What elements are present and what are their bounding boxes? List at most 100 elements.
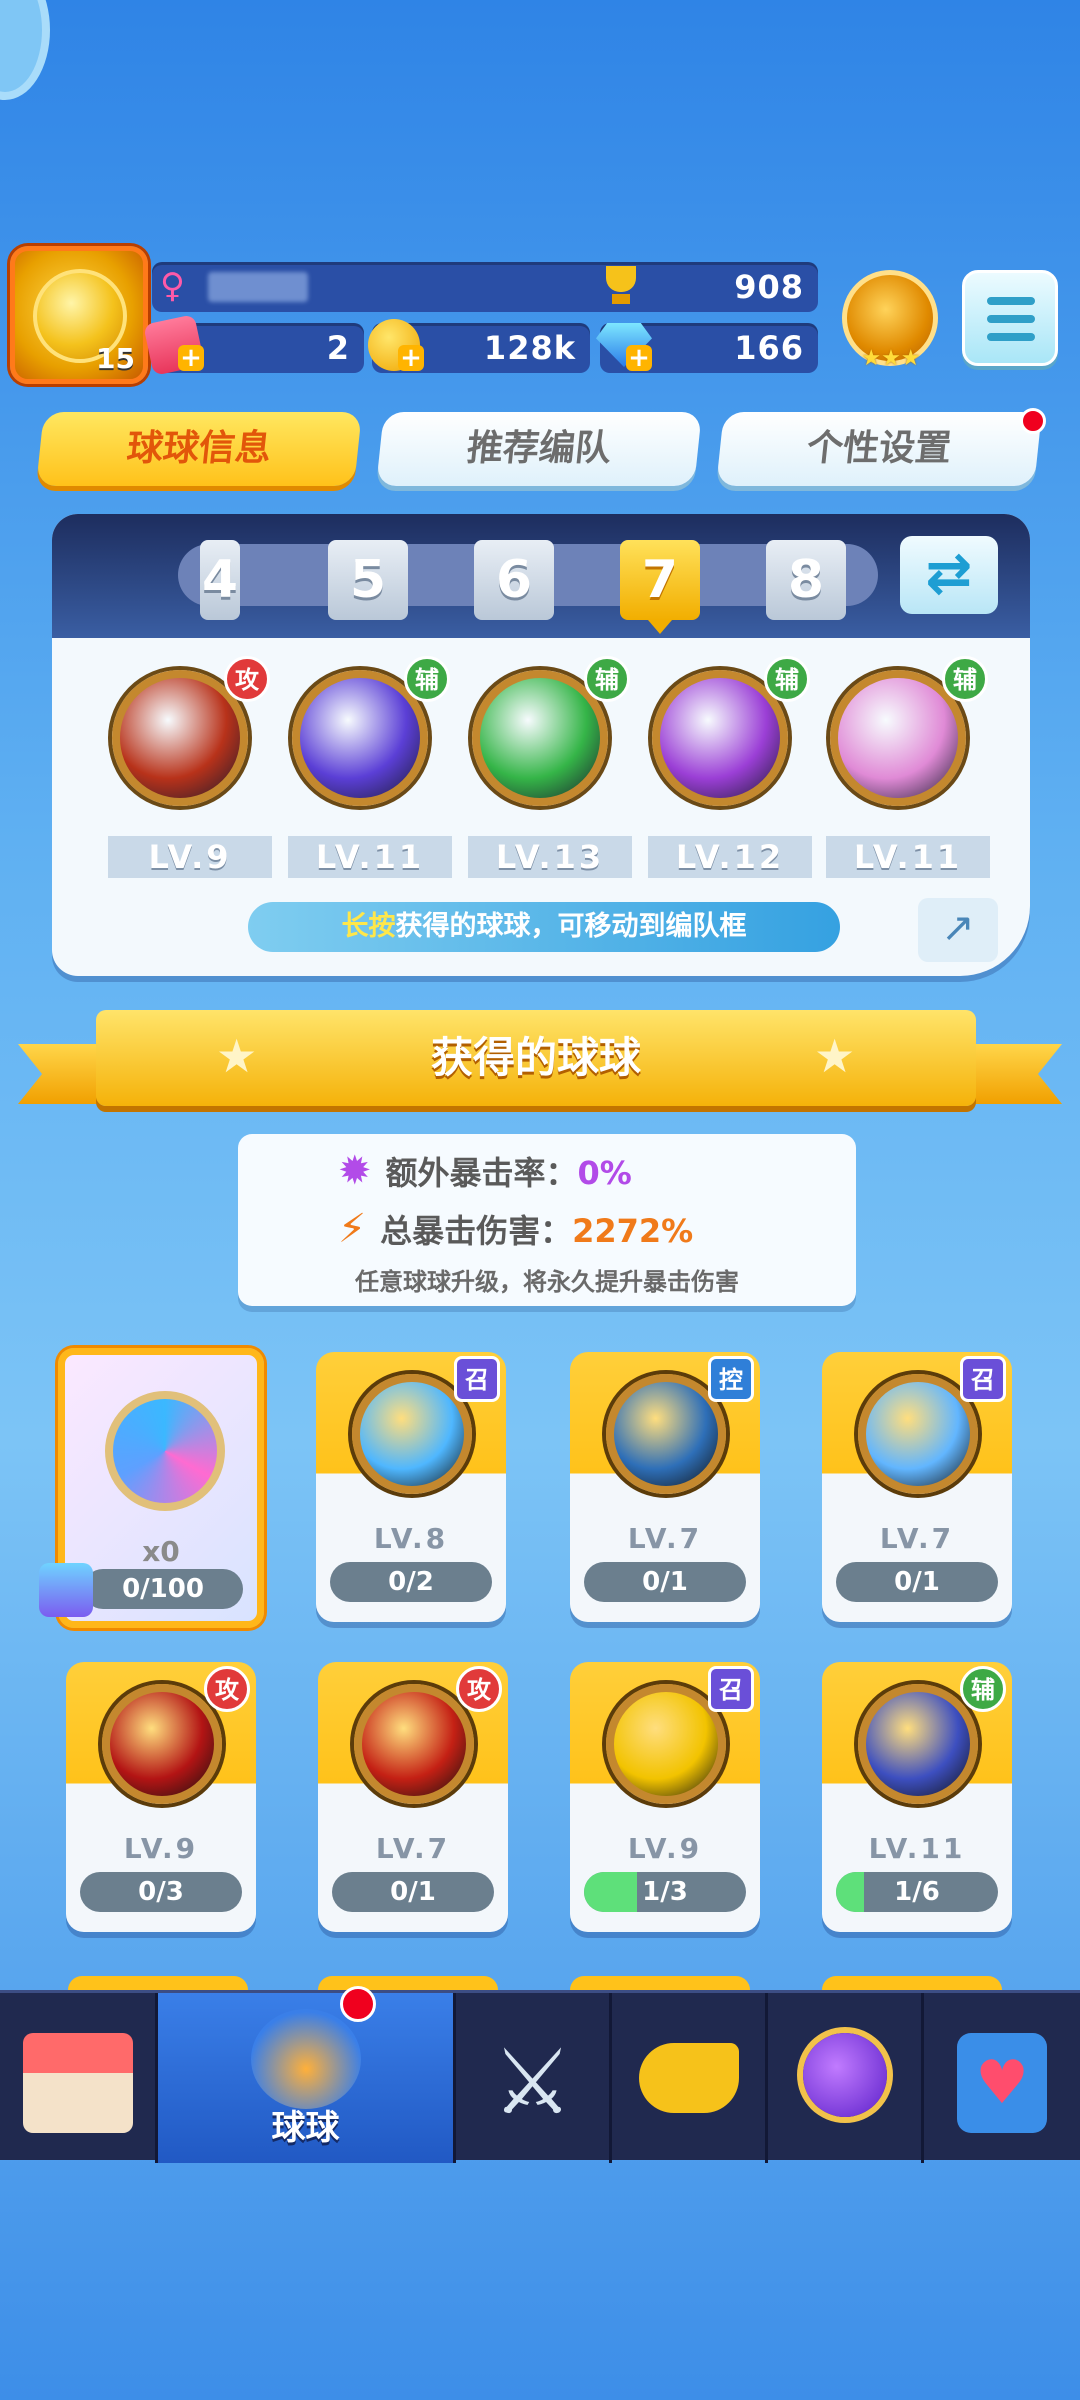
puzzle-piece-icon — [39, 1563, 93, 1617]
player-avatar[interactable]: 15 — [10, 246, 148, 384]
team-ball-level: LV.11 — [826, 836, 990, 878]
nav-shop[interactable] — [0, 1993, 158, 2163]
heart-chat-icon: ♥ — [957, 2033, 1047, 2133]
upgrade-progress: 0/3 — [80, 1872, 242, 1912]
ball-level: LV.7 — [375, 1832, 451, 1865]
crit-rate-icon: ✹ — [338, 1148, 372, 1194]
role-badge: 攻 — [224, 656, 270, 702]
add-gem-icon[interactable]: + — [626, 345, 652, 371]
ball-level: LV.8 — [373, 1522, 449, 1555]
nav-social[interactable]: ♥ — [924, 1993, 1080, 2163]
ball-card[interactable]: 召 LV.9 1/3 — [570, 1662, 760, 1932]
team-slot-6[interactable]: 6 — [474, 540, 554, 620]
ball-level: LV.9 — [123, 1832, 199, 1865]
tab-recommended-team[interactable]: 推荐编队 — [376, 412, 702, 486]
upgrade-progress: 0/2 — [330, 1562, 492, 1602]
star-icon: ★ — [814, 1029, 856, 1083]
team-ball-level: LV.13 — [468, 836, 632, 878]
ball-card[interactable]: 召 LV.7 0/1 — [822, 1352, 1012, 1622]
gold-bar[interactable]: + 128k — [368, 319, 590, 373]
team-slot-5[interactable]: 5 — [328, 540, 408, 620]
section-title: 获得的球球 — [430, 1033, 641, 1082]
progress-text: 0/1 — [642, 1567, 688, 1597]
team-slot-4[interactable]: 4 — [200, 540, 240, 620]
ticket-count: 2 — [326, 329, 350, 367]
role-badge: 辅 — [942, 656, 988, 702]
tab-ball-info[interactable]: 球球信息 — [36, 412, 362, 486]
role-badge: 控 — [708, 1356, 754, 1402]
section-ribbon: ★ 获得的球球 ★ — [96, 1010, 976, 1106]
tab-personal-settings[interactable]: 个性设置 — [716, 412, 1042, 486]
upgrade-progress: 0/1 — [332, 1872, 494, 1912]
progress-text: 0/2 — [388, 1567, 434, 1597]
nav-balls-label: 球球 — [271, 2108, 340, 2148]
ball-icon — [102, 1684, 222, 1804]
nav-battle[interactable]: ⚔ — [456, 1993, 612, 2163]
ball-card[interactable]: 攻 LV.7 0/1 — [318, 1662, 508, 1932]
swap-team-button[interactable]: ⇄ — [900, 536, 998, 614]
add-ticket-icon[interactable]: + — [178, 345, 204, 371]
ball-icon — [858, 1684, 978, 1804]
special-progress: 0/100 — [83, 1569, 243, 1609]
player-name-blurred — [208, 272, 308, 302]
trophy-icon — [598, 262, 644, 308]
team-panel: 4 5 6 7 8 ⇄ 攻 LV.9 辅 LV.11 辅 LV.13 辅 LV.12 辅 LV.1… — [52, 514, 1030, 976]
special-count: x0 — [142, 1535, 180, 1568]
menu-button[interactable] — [962, 270, 1058, 366]
rank-medal-icon[interactable]: ★★★ — [842, 270, 938, 371]
ball-level: LV.7 — [879, 1522, 955, 1555]
shop-icon — [22, 2033, 133, 2133]
ticket-bar[interactable]: + 2 — [143, 314, 364, 376]
ball-card[interactable]: 攻 LV.9 0/3 — [66, 1662, 256, 1932]
nav-notification-dot — [340, 1986, 376, 2022]
team-slot-7[interactable]: 7 — [620, 540, 700, 634]
upgrade-progress: 0/1 — [836, 1562, 998, 1602]
share-button[interactable]: ↗ — [918, 898, 998, 962]
ball-card[interactable]: 控 LV.7 0/1 — [570, 1352, 760, 1622]
player-level: 15 — [96, 342, 135, 375]
long-press-hint: 长按获得的球球，可移动到编队框 — [248, 902, 840, 952]
extra-crit-rate: ✹ 额外暴击率：0% — [338, 1148, 632, 1194]
progress-text: 0/1 — [390, 1877, 436, 1907]
crit-stats-box: ✹ 额外暴击率：0% ⚡ 总暴击伤害：2272% 任意球球升级，将永久提升暴击伤害 — [238, 1134, 856, 1306]
crit-damage-icon: ⚡ — [338, 1206, 367, 1252]
star-icon: ★ — [216, 1029, 258, 1083]
gem-count: 166 — [734, 329, 804, 367]
role-badge: 辅 — [584, 656, 630, 702]
crossed-swords-icon: ⚔ — [492, 2030, 573, 2135]
add-gold-icon[interactable]: + — [398, 345, 424, 371]
player-name-bar: ♀ 908 — [152, 262, 818, 312]
role-badge: 召 — [708, 1666, 754, 1712]
crit-note: 任意球球升级，将永久提升暴击伤害 — [355, 1268, 739, 1296]
ball-icon — [354, 1684, 474, 1804]
ball-card[interactable]: 辅 LV.11 1/6 — [822, 1662, 1012, 1932]
upgrade-progress: 1/3 — [584, 1872, 746, 1912]
bottom-nav: 球球 ⚔ ♥ — [0, 1990, 1080, 2163]
progress-text: 0/1 — [894, 1567, 940, 1597]
role-badge: 攻 — [204, 1666, 250, 1712]
transform-ball-icon — [105, 1391, 225, 1511]
role-badge: 召 — [960, 1356, 1006, 1402]
team-ball-level: LV.9 — [108, 836, 272, 878]
crystal-ball-icon — [250, 2009, 361, 2109]
nav-planet[interactable] — [768, 1993, 924, 2163]
whistle-icon — [638, 2043, 739, 2113]
ball-level: LV.11 — [868, 1832, 966, 1865]
gem-bar[interactable]: + 166 — [596, 323, 818, 373]
team-ball-level: LV.11 — [288, 836, 452, 878]
nav-balls[interactable]: 球球 — [158, 1993, 456, 2163]
gender-icon: ♀ — [160, 266, 185, 306]
special-ball-card[interactable]: x0 0/100 — [39, 1348, 264, 1628]
nav-whistle[interactable] — [612, 1993, 768, 2163]
ball-level: LV.7 — [627, 1522, 703, 1555]
corner-menu-icon[interactable] — [0, 0, 50, 100]
role-badge: 辅 — [404, 656, 450, 702]
role-badge: 辅 — [764, 656, 810, 702]
ball-level: LV.9 — [627, 1832, 703, 1865]
upgrade-progress: 0/1 — [584, 1562, 746, 1602]
ball-card[interactable]: 召 LV.8 0/2 — [316, 1352, 506, 1622]
team-slot-8[interactable]: 8 — [766, 540, 846, 620]
role-badge: 攻 — [456, 1666, 502, 1712]
upgrade-progress: 1/6 — [836, 1872, 998, 1912]
progress-text: 0/3 — [138, 1877, 184, 1907]
